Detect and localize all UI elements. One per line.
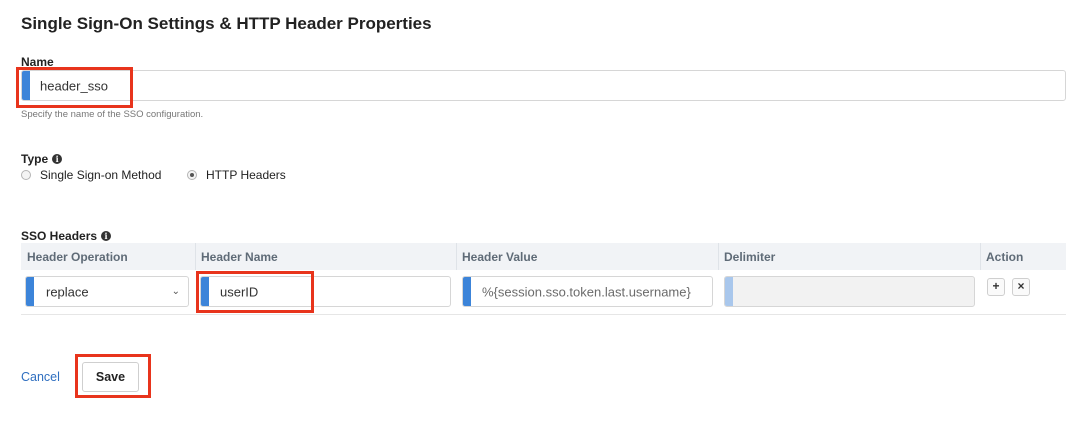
- sso-headers-label: SSO Headers i: [21, 229, 112, 243]
- header-value-input[interactable]: %{session.sso.token.last.username}: [462, 276, 713, 307]
- column-header-delimiter: Delimiter: [724, 250, 776, 264]
- column-header-name: Header Name: [201, 250, 278, 264]
- header-name-input[interactable]: userID: [200, 276, 451, 307]
- header-name-accent: [201, 277, 209, 306]
- select-accent: [26, 277, 34, 306]
- sso-headers-label-text: SSO Headers: [21, 229, 98, 243]
- page-title: Single Sign-On Settings & HTTP Header Pr…: [21, 14, 432, 33]
- header-name-value: userID: [220, 284, 259, 299]
- add-row-button[interactable]: +: [987, 278, 1005, 296]
- column-header-action: Action: [986, 250, 1024, 264]
- type-label: Type i: [21, 152, 63, 166]
- name-input[interactable]: header_sso: [21, 70, 1066, 101]
- plus-icon: +: [992, 279, 1000, 293]
- column-divider: [718, 243, 719, 270]
- remove-row-button[interactable]: ×: [1012, 278, 1030, 296]
- radio-http-headers[interactable]: HTTP Headers: [187, 168, 286, 182]
- info-icon[interactable]: i: [52, 154, 63, 164]
- name-input-value: header_sso: [40, 78, 108, 93]
- name-label: Name: [21, 55, 54, 69]
- table-divider: [21, 314, 1066, 315]
- column-divider: [456, 243, 457, 270]
- name-input-accent: [22, 71, 30, 100]
- delimiter-input[interactable]: [724, 276, 975, 307]
- header-value-accent: [463, 277, 471, 306]
- radio-single-sign-on-method[interactable]: Single Sign-on Method: [21, 168, 161, 182]
- headers-table-header: Header Operation Header Name Header Valu…: [21, 243, 1066, 270]
- header-operation-value: replace: [46, 284, 89, 299]
- cancel-link[interactable]: Cancel: [21, 370, 60, 384]
- column-divider: [195, 243, 196, 270]
- name-help-text: Specify the name of the SSO configuratio…: [21, 109, 204, 120]
- header-operation-select[interactable]: replace ⌄: [25, 276, 189, 307]
- info-icon[interactable]: i: [101, 231, 112, 241]
- radio-button[interactable]: [21, 170, 31, 180]
- radio-label: Single Sign-on Method: [40, 168, 162, 182]
- save-button[interactable]: Save: [82, 362, 139, 392]
- delimiter-accent: [725, 277, 733, 306]
- chevron-down-icon: ⌄: [171, 285, 180, 297]
- close-icon: ×: [1017, 279, 1025, 293]
- type-label-text: Type: [21, 152, 49, 166]
- column-header-operation: Header Operation: [27, 250, 128, 264]
- column-divider: [980, 243, 981, 270]
- radio-label: HTTP Headers: [206, 168, 286, 182]
- header-value-text: %{session.sso.token.last.username}: [482, 284, 691, 299]
- radio-button-selected[interactable]: [187, 170, 197, 180]
- column-header-value: Header Value: [462, 250, 538, 264]
